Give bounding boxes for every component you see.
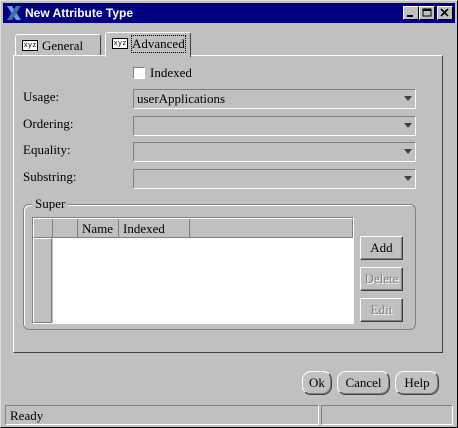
equality-select[interactable] <box>133 142 416 162</box>
usage-label: Usage: <box>23 89 60 104</box>
delete-button-label: Delete <box>364 271 399 286</box>
cancel-button[interactable]: Cancel <box>337 371 390 395</box>
column-header-indexed[interactable]: Indexed <box>123 221 165 237</box>
super-group-legend: Super <box>32 196 69 212</box>
close-icon <box>440 8 449 17</box>
substring-label: Substring: <box>23 169 77 184</box>
ordering-select[interactable] <box>133 116 416 136</box>
dialog-window: New Attribute Type xyz General xyz Advan… <box>0 0 458 428</box>
tab-advanced-label: Advanced <box>131 35 186 53</box>
equality-label: Equality: <box>23 142 71 157</box>
tab-general[interactable]: xyz General <box>15 34 101 56</box>
status-text: Ready <box>10 408 44 423</box>
table-body[interactable] <box>53 238 353 323</box>
status-bar: Ready <box>5 405 455 425</box>
xyz-icon: xyz <box>22 40 38 51</box>
chevron-down-icon <box>404 123 412 128</box>
chevron-down-icon <box>404 96 412 101</box>
minimize-icon <box>407 15 413 17</box>
usage-select[interactable]: userApplications <box>133 89 416 109</box>
delete-button[interactable]: Delete <box>360 267 403 291</box>
indexed-label: Indexed <box>150 65 192 80</box>
tab-general-label: General <box>42 38 84 53</box>
app-x-icon <box>7 6 21 20</box>
status-secondary-cell <box>321 405 453 425</box>
add-button[interactable]: Add <box>360 236 403 260</box>
chevron-down-icon <box>404 176 412 181</box>
indexed-checkbox[interactable] <box>133 67 145 79</box>
help-button[interactable]: Help <box>395 371 439 395</box>
row-header-column <box>33 238 52 323</box>
xyz-icon: xyz <box>112 38 128 49</box>
cancel-button-label: Cancel <box>345 375 382 390</box>
ok-button[interactable]: Ok <box>302 371 332 395</box>
close-button[interactable] <box>437 6 453 20</box>
ordering-label: Ordering: <box>23 116 74 131</box>
tab-advanced[interactable]: xyz Advanced <box>105 32 191 57</box>
chevron-down-icon <box>404 149 412 154</box>
title-bar[interactable]: New Attribute Type <box>3 3 455 23</box>
edit-button[interactable]: Edit <box>360 298 403 322</box>
table-header: Name Indexed <box>33 218 353 238</box>
usage-value: userApplications <box>137 91 226 106</box>
status-text-cell: Ready <box>5 405 319 425</box>
super-table[interactable]: Name Indexed <box>32 217 354 324</box>
add-button-label: Add <box>370 240 393 255</box>
maximize-icon <box>422 8 432 17</box>
minimize-button[interactable] <box>403 6 419 20</box>
ok-button-label: Ok <box>309 375 325 390</box>
substring-select[interactable] <box>133 169 416 189</box>
column-header-name[interactable]: Name <box>82 221 113 237</box>
maximize-button[interactable] <box>419 6 435 20</box>
edit-button-label: Edit <box>370 302 393 317</box>
window-title: New Attribute Type <box>25 6 134 20</box>
help-button-label: Help <box>404 375 430 390</box>
